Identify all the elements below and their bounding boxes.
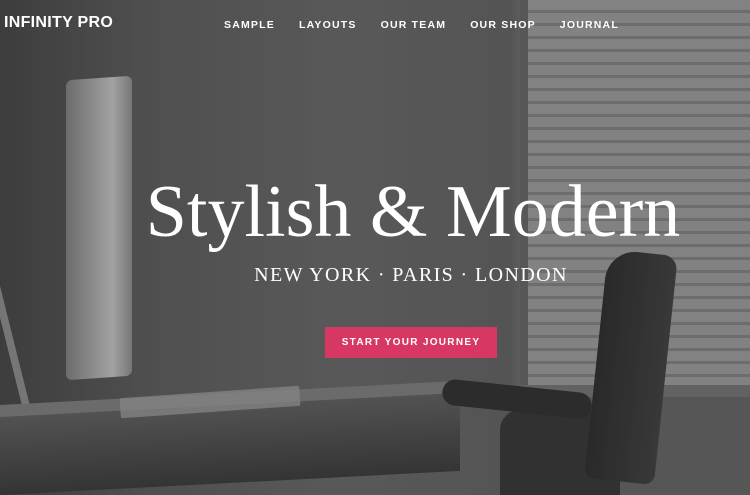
hero-headline: Stylish & Modern (145, 171, 681, 253)
start-journey-button[interactable]: START YOUR JOURNEY (325, 327, 497, 358)
nav-item-sample[interactable]: SAMPLE (224, 19, 275, 31)
nav-item-journal[interactable]: JOURNAL (560, 19, 619, 31)
main-navigation: SAMPLE LAYOUTS OUR TEAM OUR SHOP JOURNAL (224, 19, 619, 31)
nav-item-our-team[interactable]: OUR TEAM (381, 19, 447, 31)
nav-item-our-shop[interactable]: OUR SHOP (470, 19, 536, 31)
nav-item-layouts[interactable]: LAYOUTS (299, 19, 357, 31)
hero-section: INFINITY PRO SAMPLE LAYOUTS OUR TEAM OUR… (0, 0, 750, 495)
site-title[interactable]: INFINITY PRO (4, 14, 113, 32)
site-header: INFINITY PRO SAMPLE LAYOUTS OUR TEAM OUR… (0, 0, 750, 50)
hero-subheadline: NEW YORK · PARIS · LONDON (254, 264, 568, 286)
